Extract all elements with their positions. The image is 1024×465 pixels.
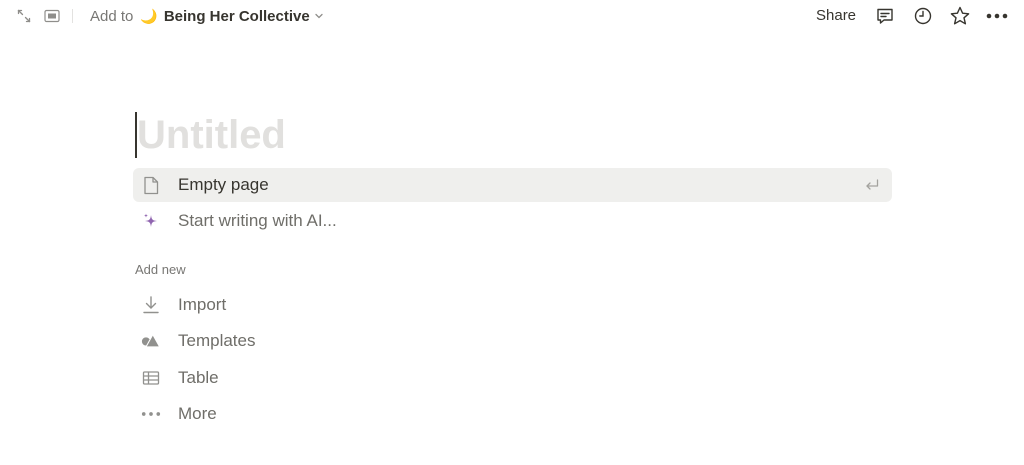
toolbar-divider <box>72 9 73 23</box>
comments-icon[interactable] <box>873 4 897 28</box>
start-writing-ai-option[interactable]: Start writing with AI... <box>133 204 892 238</box>
templates-option[interactable]: Templates <box>133 324 892 358</box>
more-option[interactable]: More <box>133 397 892 431</box>
history-clock-icon[interactable] <box>911 4 935 28</box>
empty-page-label: Empty page <box>178 175 269 194</box>
templates-icon <box>141 331 161 351</box>
page-title-placeholder: Untitled <box>137 113 286 157</box>
ai-sparkle-icon <box>141 211 161 231</box>
templates-label: Templates <box>178 331 256 350</box>
more-icon <box>141 404 161 424</box>
peek-mode-icon[interactable] <box>42 6 62 26</box>
import-label: Import <box>178 295 227 314</box>
add-new-heading: Add new <box>135 262 186 277</box>
import-option[interactable]: Import <box>133 288 892 322</box>
favorite-star-icon[interactable] <box>948 4 972 28</box>
workspace-name: Being Her Collective <box>163 7 310 25</box>
add-to-breadcrumb[interactable]: Add to 🌙 Being Her Collective <box>90 6 324 26</box>
workspace-emoji: 🌙 <box>140 7 158 24</box>
table-option[interactable]: Table <box>133 361 892 395</box>
expand-icon[interactable] <box>14 6 34 26</box>
import-icon <box>141 295 161 315</box>
share-button[interactable]: Share <box>816 6 856 26</box>
top-bar: Add to 🌙 Being Her Collective Share <box>0 0 1024 32</box>
page-icon <box>141 175 161 195</box>
more-label: More <box>178 404 217 423</box>
table-icon <box>141 368 161 388</box>
more-options-icon[interactable] <box>985 4 1009 28</box>
add-to-label: Add to <box>90 7 134 25</box>
start-writing-ai-label: Start writing with AI... <box>178 211 337 230</box>
empty-page-option[interactable]: Empty page <box>133 168 892 202</box>
chevron-down-icon <box>314 11 324 21</box>
table-label: Table <box>178 368 219 387</box>
enter-key-icon <box>864 177 880 193</box>
